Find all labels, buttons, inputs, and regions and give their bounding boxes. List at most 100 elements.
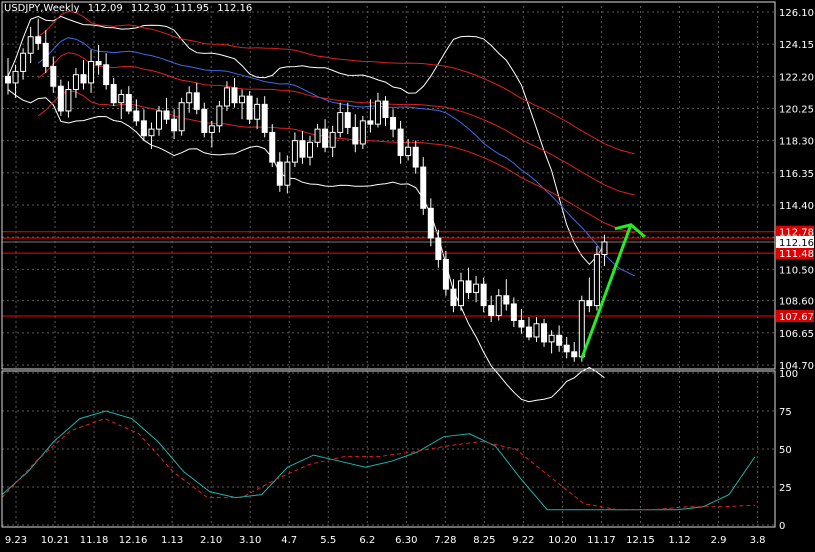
- candle-body: [291, 140, 298, 163]
- high-value: 112.30: [130, 3, 166, 14]
- x-tick-label: 1.12: [668, 535, 690, 546]
- candle-body: [322, 128, 329, 148]
- candle-body: [246, 95, 253, 120]
- candle-body: [276, 161, 283, 186]
- candle-body: [563, 344, 570, 353]
- candle-body: [261, 103, 268, 133]
- candle-body: [329, 131, 336, 148]
- price-chart: 126.10 124.15 122.20 120.25 118.30 116.35 114.…: [0, 0, 815, 548]
- y-tick-label: 108.60: [779, 297, 814, 308]
- candle-body: [405, 146, 412, 157]
- candle-body: [465, 280, 472, 293]
- candle-body: [495, 295, 502, 317]
- x-tick-label: 3.10: [239, 535, 261, 546]
- candle-body: [390, 117, 397, 130]
- y-tick-label: 122.20: [779, 72, 814, 83]
- candle-body: [307, 141, 313, 158]
- candle-body: [299, 140, 306, 158]
- candle-body: [548, 334, 555, 343]
- candle-body: [201, 108, 208, 133]
- candle-body: [88, 60, 95, 84]
- candle-body: [503, 295, 510, 305]
- candle-body: [223, 87, 230, 107]
- candle-body: [208, 125, 215, 133]
- candle-body: [156, 110, 162, 130]
- y-tick-label: 124.15: [779, 40, 814, 51]
- candle-body: [216, 105, 223, 127]
- candle-body: [110, 84, 117, 104]
- candle-body: [518, 319, 525, 328]
- candle-body: [541, 323, 548, 343]
- low-value: 111.95: [174, 3, 210, 14]
- candle-body: [510, 303, 517, 321]
- x-tick-label: 10.21: [41, 535, 70, 546]
- candle-body: [27, 36, 34, 54]
- candle-body: [50, 65, 57, 87]
- y-tick-label-sub: 50: [779, 445, 792, 456]
- candle-body: [412, 146, 419, 168]
- candle-body: [337, 112, 344, 133]
- x-tick-label: 7.28: [434, 535, 456, 546]
- x-tick-label: 8.25: [473, 535, 495, 546]
- x-tick-label: 2.9: [711, 535, 727, 546]
- candle-body: [344, 112, 351, 128]
- candle-body: [72, 74, 79, 91]
- candle-body: [239, 95, 246, 104]
- candle-body: [20, 52, 27, 72]
- x-tick-label: 10.20: [548, 535, 577, 546]
- x-tick-label: 4.7: [281, 535, 297, 546]
- y-tick-label-sub: 0: [779, 521, 785, 532]
- price-level-label: 111.48: [779, 249, 814, 260]
- symbol-label: USDJPY,Weekly: [4, 3, 80, 14]
- chart-header: USDJPY,Weekly 112.09 112.30 111.95 112.1…: [4, 3, 257, 14]
- candle-body: [488, 305, 495, 317]
- candle-body: [125, 93, 132, 112]
- candle-body: [450, 288, 457, 307]
- chart-root: 126.10 124.15 122.20 120.25 118.30 116.35 114.…: [0, 0, 815, 548]
- candle-body: [458, 280, 464, 307]
- candle-body: [367, 120, 374, 125]
- y-tick-label: 126.10: [779, 8, 814, 19]
- candle-body: [103, 64, 110, 86]
- candle-body: [374, 100, 381, 125]
- y-tick-label-sub: 75: [779, 407, 792, 418]
- candle-body: [12, 70, 19, 84]
- current-price-label: 112.16: [779, 238, 814, 249]
- candle-body: [435, 237, 442, 260]
- x-tick-label: 11.17: [587, 535, 616, 546]
- candle-body: [314, 128, 321, 143]
- candle-body: [397, 128, 404, 157]
- candle-body: [352, 126, 359, 145]
- candle-body: [65, 89, 72, 112]
- open-value: 112.09: [87, 3, 123, 14]
- candle-body: [133, 110, 140, 122]
- y-tick-label: 118.30: [779, 137, 814, 148]
- candle-body: [284, 161, 291, 186]
- close-value: 112.16: [217, 3, 253, 14]
- candle-body: [427, 207, 434, 239]
- x-tick-label: 12.15: [626, 535, 655, 546]
- candle-body: [382, 100, 389, 119]
- x-tick-label: 2.10: [200, 535, 222, 546]
- candle-body: [231, 87, 238, 104]
- y-tick-label-sub: 25: [779, 483, 792, 494]
- x-tick-label: 6.30: [395, 535, 417, 546]
- candle-body: [420, 166, 427, 209]
- candle-body: [578, 300, 585, 358]
- candle-body: [254, 103, 261, 120]
- candle-body: [359, 120, 366, 145]
- y-tick-label: 116.35: [779, 169, 814, 180]
- candle-body: [533, 323, 540, 338]
- candle-body: [193, 92, 200, 110]
- candle-body: [95, 60, 102, 66]
- price-level-label: 107.67: [779, 312, 814, 323]
- candle-body: [140, 120, 147, 137]
- y-tick-label: 114.40: [779, 201, 814, 212]
- x-tick-label: 5.5: [320, 535, 336, 546]
- candle-body: [556, 334, 563, 346]
- candle-body: [163, 110, 170, 120]
- candle-body: [80, 74, 87, 84]
- candle-body: [480, 283, 487, 307]
- candle-body: [442, 258, 449, 290]
- candle-body: [186, 92, 193, 104]
